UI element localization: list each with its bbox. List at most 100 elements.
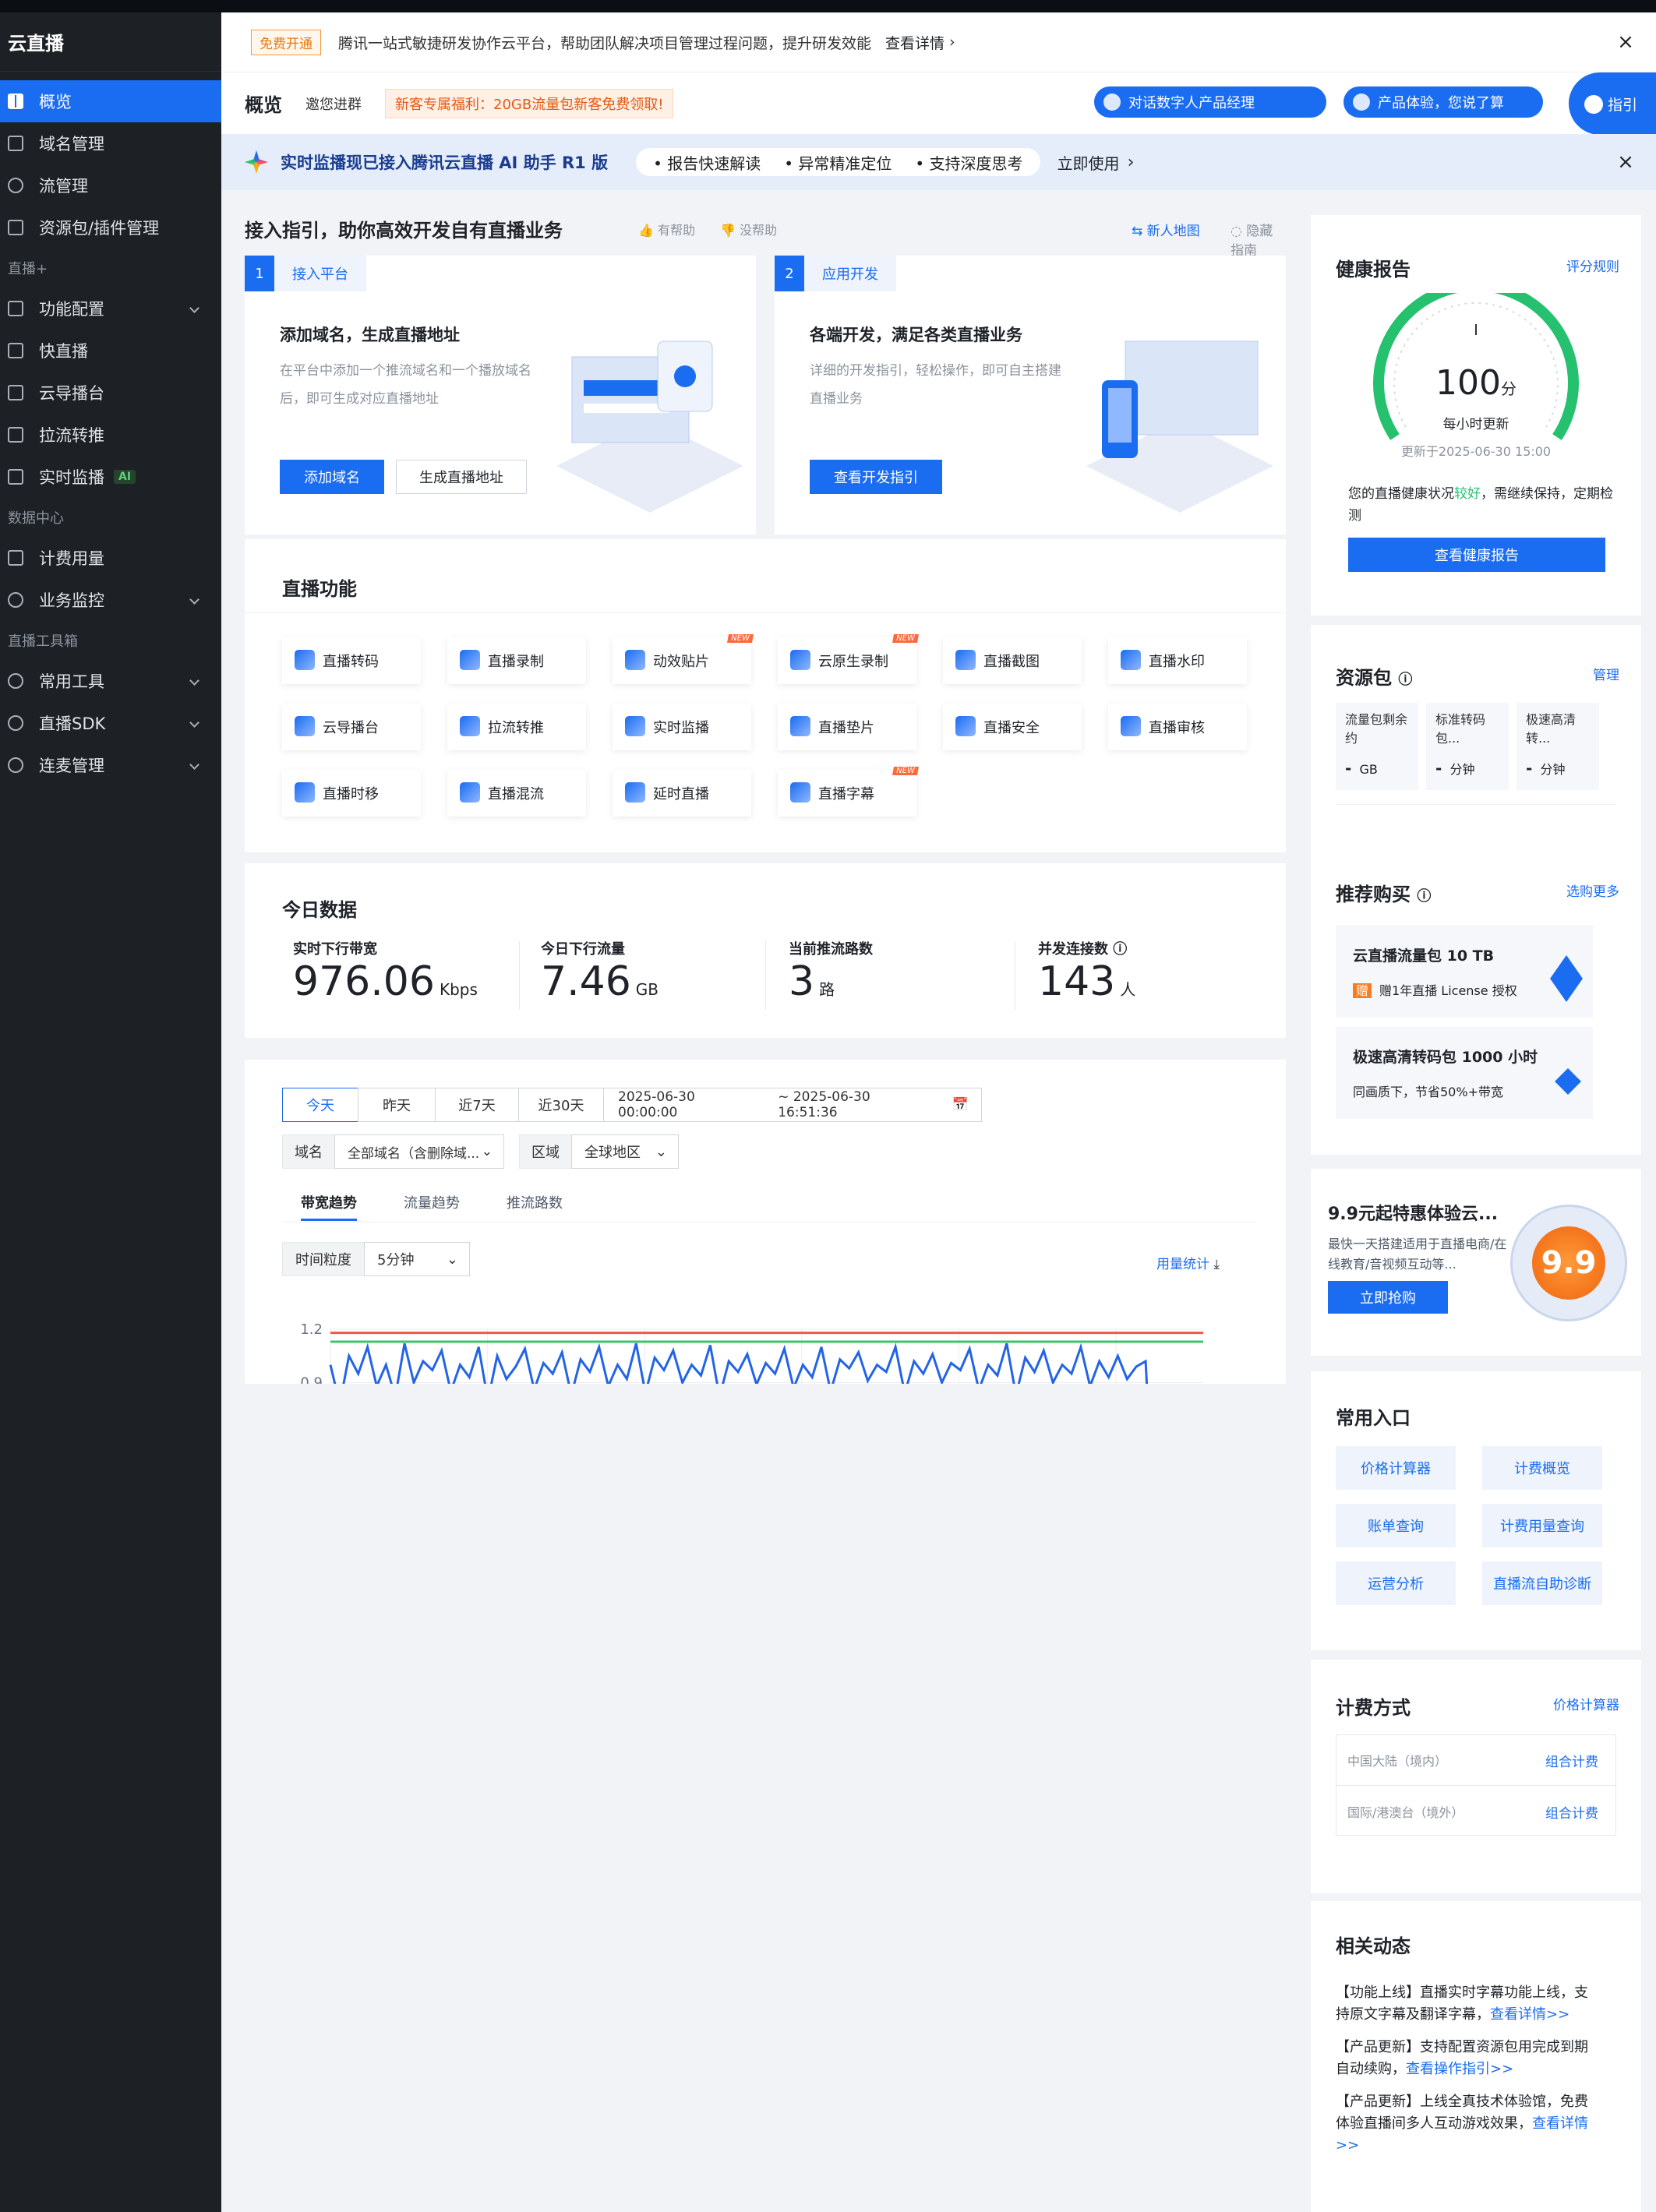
range-7days[interactable]: 近7天 — [435, 1088, 519, 1122]
range-today[interactable]: 今天 — [282, 1088, 358, 1122]
usage-query-button[interactable]: 计费用量查询 — [1482, 1504, 1602, 1547]
product-card-transcode[interactable]: 极速高清转码包 1000 小时 同画质下，节省50%+带宽 — [1336, 1027, 1593, 1119]
price-calculator-button[interactable]: 价格计算器 — [1336, 1446, 1456, 1490]
feature-icon — [790, 650, 810, 670]
feature-item[interactable]: 直播转码 — [282, 637, 421, 684]
unhelpful-button[interactable]: 👎 没帮助 — [720, 220, 777, 238]
close-icon[interactable]: × — [1617, 152, 1634, 172]
digital-pm-button[interactable]: 对话数字人产品经理 — [1094, 86, 1326, 118]
view-health-report-button[interactable]: 查看健康报告 — [1348, 538, 1605, 572]
shop-more-link[interactable]: 选购更多 — [1566, 880, 1619, 900]
feature-item[interactable]: 动效贴片 NEW — [613, 634, 754, 684]
sidebar-group-tools: 直播工具箱 — [8, 633, 78, 650]
news-link[interactable]: 查看详情>> — [1490, 2006, 1569, 2023]
feature-item[interactable]: 云导播台 — [282, 704, 421, 750]
feature-item[interactable]: 直播时移 — [282, 770, 421, 817]
sidebar-item-resources[interactable]: 资源包/插件管理 — [0, 206, 221, 249]
feature-item[interactable]: 直播混流 — [447, 770, 586, 817]
billing-calc-link[interactable]: 价格计算器 — [1553, 1694, 1619, 1713]
avatar-icon — [1103, 93, 1121, 111]
feature-item[interactable]: 直播截图 — [943, 637, 1082, 684]
dev-guide-button[interactable]: 查看开发指引 — [810, 460, 942, 494]
billing-mode-link[interactable]: 组合计费 — [1545, 1751, 1598, 1770]
divider — [765, 941, 766, 1010]
bill-query-button[interactable]: 账单查询 — [1336, 1504, 1456, 1547]
granularity-label: 时间粒度 — [282, 1242, 365, 1276]
feature-item[interactable]: 直播字幕 NEW — [778, 767, 919, 817]
feature-item[interactable]: 云原生录制 NEW — [778, 634, 919, 684]
sidebar-item-sdk[interactable]: 直播SDK — [0, 702, 221, 744]
info-icon[interactable]: ⓘ — [1113, 941, 1127, 958]
sidebar-item-overview[interactable]: 概览 — [0, 80, 221, 122]
range-30days[interactable]: 近30天 — [518, 1088, 604, 1122]
sidebar-item-config[interactable]: 功能配置 — [0, 288, 221, 330]
step2-card: 2 应用开发 各端开发，满足各类直播业务 详细的开发指引，轻松操作，即可自主搭建… — [775, 256, 1286, 534]
tab-traffic[interactable]: 流量趋势 — [404, 1192, 460, 1212]
feature-icon — [955, 716, 976, 736]
banner-detail-link[interactable]: 查看详情 — [885, 32, 945, 53]
recommend-title: 推荐购买 ⓘ — [1336, 884, 1432, 905]
use-now-link[interactable]: 立即使用 — [1058, 151, 1120, 174]
sidebar-item-domains[interactable]: 域名管理 — [0, 122, 221, 164]
feature-item[interactable]: 拉流转推 — [447, 704, 586, 750]
billing-mode-link[interactable]: 组合计费 — [1545, 1802, 1598, 1822]
feedback-button[interactable]: 产品体验，您说了算 — [1344, 86, 1543, 118]
buy-now-button[interactable]: 立即抢购 — [1328, 1281, 1448, 1314]
bar-chart-icon — [8, 550, 23, 566]
feature-item[interactable]: 直播审核 — [1108, 704, 1247, 750]
sidebar-item-monitoring[interactable]: 业务监控 — [0, 579, 221, 621]
billing-title: 计费方式 — [1336, 1697, 1411, 1719]
sidebar-item-mic[interactable]: 连麦管理 — [0, 744, 221, 786]
info-icon[interactable]: ⓘ — [1398, 672, 1412, 688]
feature-item[interactable]: 直播安全 — [943, 704, 1082, 750]
region-select[interactable]: 全球地区 ⌄ — [571, 1134, 679, 1169]
close-icon[interactable]: × — [1617, 32, 1634, 52]
invite-group-link[interactable]: 邀您进群 — [305, 93, 362, 114]
feature-item[interactable]: 直播水印 — [1108, 637, 1247, 684]
feature-item[interactable]: 直播垫片 — [778, 704, 916, 750]
health-score: 100分 — [1435, 363, 1517, 403]
domain-label: 域名 — [282, 1134, 335, 1169]
step1-tab: 接入平台 — [274, 256, 366, 291]
domain-select[interactable]: 全部域名（含删除域... ⌄ — [334, 1134, 504, 1169]
range-yesterday[interactable]: 昨天 — [358, 1088, 436, 1122]
ops-analysis-button[interactable]: 运营分析 — [1336, 1561, 1456, 1605]
news-list: 【功能上线】直播实时字幕功能上线，支持原文字幕及翻译字幕，查看详情>> 【产品更… — [1336, 1982, 1601, 2168]
helpful-button[interactable]: 👍 有帮助 — [638, 220, 695, 238]
main-area: 免费开通 腾讯一站式敏捷研发协作云平台，帮助团队解决项目管理过程问题，提升研发效… — [221, 12, 1656, 2212]
feature-item[interactable]: 延时直播 — [613, 770, 751, 817]
resource-manage-link[interactable]: 管理 — [1593, 664, 1619, 683]
info-icon[interactable]: ⓘ — [1417, 888, 1431, 905]
sidebar-item-tools[interactable]: 常用工具 — [0, 660, 221, 702]
price-badge: 9.9 — [1532, 1226, 1605, 1300]
gen-url-button[interactable]: 生成直播地址 — [396, 460, 527, 494]
tab-streams[interactable]: 推流路数 — [507, 1192, 563, 1212]
score-rule-link[interactable]: 评分规则 — [1566, 256, 1619, 275]
stream-diagnosis-button[interactable]: 直播流自助诊断 — [1482, 1561, 1602, 1605]
new-badge: NEW — [727, 634, 754, 643]
feature-item[interactable]: 实时监播 — [613, 704, 751, 750]
newbie-map-link[interactable]: ⇆ 新人地图 — [1132, 220, 1200, 239]
stat-bandwidth: 实时下行带宽 976.06 Kbps — [293, 941, 478, 1005]
news-link[interactable]: 查看操作指引>> — [1406, 2061, 1513, 2077]
sidebar-item-director[interactable]: 云导播台 — [0, 372, 221, 414]
free-tag[interactable]: 免费开通 — [251, 29, 321, 55]
tab-bandwidth[interactable]: 带宽趋势 — [301, 1192, 357, 1221]
promo-badge[interactable]: 新客专属福利：20GB流量包新客免费领取! — [385, 88, 674, 118]
sidebar-item-streams[interactable]: 流管理 — [0, 164, 221, 206]
guide-button[interactable]: 指引 — [1569, 72, 1656, 135]
granularity-select[interactable]: 5分钟 ⌄ — [364, 1242, 470, 1276]
sidebar-item-monitor[interactable]: 实时监播 AI — [0, 456, 221, 498]
date-range-picker[interactable]: 2025-06-30 00:00:00 ~ 2025-06-30 16:51:36… — [603, 1088, 982, 1122]
billing-overview-button[interactable]: 计费概览 — [1482, 1446, 1602, 1490]
product-card-traffic[interactable]: 云直播流量包 10 TB 赠赠1年直播 License 授权 — [1336, 926, 1593, 1018]
sidebar-item-relay[interactable]: 拉流转推 — [0, 414, 221, 456]
hide-guide-link[interactable]: ◌ 隐藏指南 — [1231, 220, 1286, 259]
news-item: 【功能上线】直播实时字幕功能上线，支持原文字幕及翻译字幕，查看详情>> — [1336, 1984, 1588, 2023]
feature-item[interactable]: 直播录制 — [447, 637, 586, 684]
sidebar-item-fast-live[interactable]: 快直播 — [0, 330, 221, 372]
usage-stats-link[interactable]: 用量统计 ⤓ — [1156, 1253, 1220, 1272]
resource-card: 资源包 ⓘ 管理 流量包剩余约 - GB 标准转码包... - 分钟 极速高清转... -… — [1311, 625, 1641, 1155]
add-domain-button[interactable]: 添加域名 — [280, 460, 384, 494]
sidebar-item-billing-usage[interactable]: 计费用量 — [0, 537, 221, 579]
